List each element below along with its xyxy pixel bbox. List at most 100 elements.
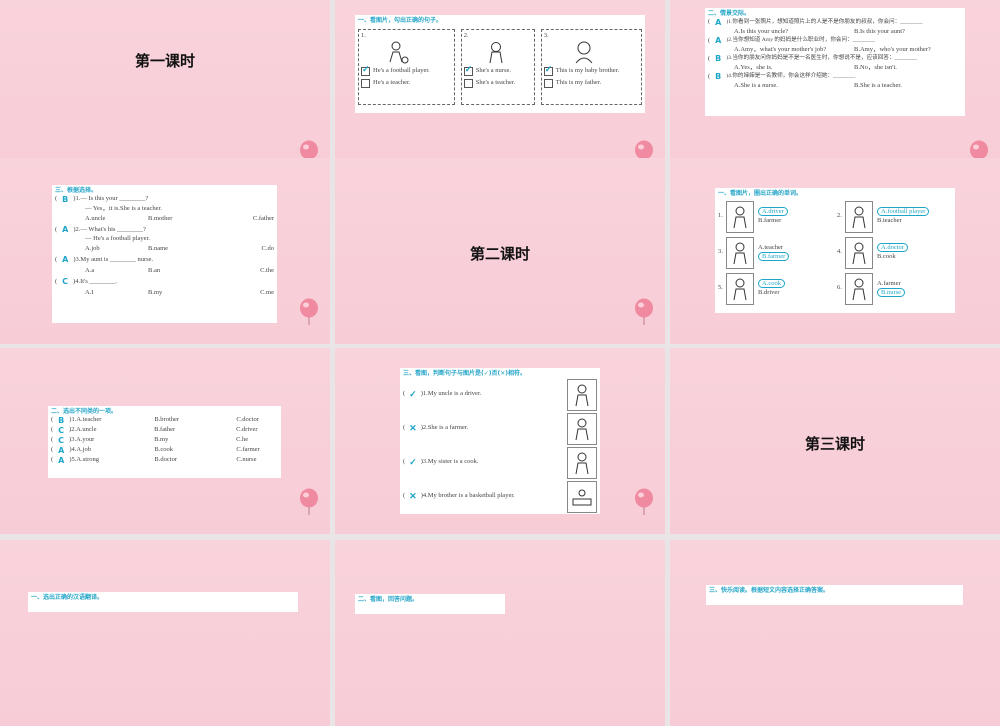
option-b: B.my [154,436,169,444]
option-a: A.job [76,446,92,454]
word-item: 1. A.driver B.farmer [718,200,833,233]
exercise-heading: 一、选出正确的汉语翻译。 [31,594,104,601]
option-text: She's a nurse. [475,67,512,75]
basketball-picture [567,480,597,513]
option-a[interactable]: A.cook [758,279,785,289]
driver-picture [567,378,597,411]
option-text: She's a teacher. [475,79,516,87]
slide-7[interactable]: 二、选出不同类的一项。 (B)1. A.teacher B.brother C.doc… [0,348,330,534]
option-b[interactable]: B.cook [877,253,908,261]
exercise-card: 一、选出正确的汉语翻译。 [28,592,298,612]
option-b[interactable]: B.teacher [877,217,929,225]
exercise-heading: 一、看图片，圈出正确的单词。 [718,190,803,197]
person-icon [575,384,589,406]
slide-6[interactable]: 一、看图片，圈出正确的单词。 1. A.driver B.farmer 2. A.fo… [670,158,1000,344]
option-c: C.he [236,436,249,444]
option-b[interactable]: B.farmer [758,217,788,225]
picture-frame: 2. ✓ She's a nurse. She's a teacher. [460,28,535,105]
option-b[interactable]: B.farmer [758,251,790,261]
checkbox[interactable] [361,78,370,88]
judge-mark: ✓ [409,388,417,399]
option-b[interactable]: B.driver [758,289,785,297]
option-b: B.She is a teacher. [854,81,902,89]
lesson-title: 第一课时 [134,52,195,70]
question-text: )1.— Is this your ________? [73,195,149,203]
nurse-picture [845,272,873,305]
slide-9[interactable]: 第三课时 [670,348,1000,534]
item-number: 1. [718,212,723,220]
word-item: 5. A.cook B.driver [718,272,833,305]
answer-letter: B [715,53,722,63]
farmer-picture [726,236,754,269]
option-a: A.uncle [85,214,106,222]
item-number: 4. [837,248,842,256]
exercise-card: 三、看图，判断句子与图片是(✓)否(✕)相符。 (✓)1.My uncle is… [400,368,600,514]
exercise-card: 二、看图，回答问题。 [355,594,505,614]
judge-mark: ✓ [409,456,417,467]
option-b: B.No，she isn't. [854,63,897,71]
item-number: 6. [837,284,842,292]
balloon-icon [300,488,318,515]
slide-4[interactable]: 三、根据选择。 (B)1.— Is this your ________? — … [0,158,330,344]
checkbox[interactable]: ✓ [361,64,370,76]
checkbox[interactable]: ✓ [543,64,553,76]
option-b[interactable]: B.nurse [877,287,906,297]
question-text: )3.My aunt is ________ nurse. [73,255,154,263]
option-b: B.Amy，who's your mother? [854,45,931,53]
option-b: B.Is this your aunt? [854,27,905,35]
option-c: C.nurse [236,456,257,464]
word-item: 3. A.teacher B.farmer [718,236,833,269]
judge-item: (✓)3.My sister is a cook. [403,446,597,480]
checkbox[interactable] [543,78,553,88]
question-item: (A)3.My aunt is ________ nurse. A.a B.an C… [55,255,274,274]
picture-frame: 3. ✓ This is my baby brother. This is my … [540,28,642,105]
nurse-icon [489,41,503,63]
question-item: (B)1. A.teacher B.brother C.doctor [51,415,259,425]
answer-letter: A [715,35,722,45]
answer-letter: A [58,445,65,455]
sentence-text: )3.My sister is a cook. [420,458,479,466]
slide-10[interactable]: 一、选出正确的汉语翻译。 [0,540,330,726]
option-a[interactable]: A.doctor [877,243,908,253]
item-number: )3. [69,436,77,444]
slide-12[interactable]: 三、快乐阅读。根据短文内容选择正确答案。 [670,540,1000,726]
item-number: 5. [718,284,723,292]
driver-picture [726,200,754,233]
option-b: B.brother [154,416,180,424]
question-item: (B)4.你的婶婶是一名教师，你会这样介绍她：________ A.She is… [708,71,902,89]
doctor-picture [845,236,873,269]
judge-item: (✕)4.My brother is a basketball player. [403,480,597,514]
answer-letter: C [62,277,69,287]
option-a[interactable]: A.driver [758,207,788,217]
question-item: (A)2.当你想知道 Amy 的妈妈是什么职业时，你会问：________ A.… [708,35,931,53]
option-b: B.my [148,289,163,297]
item-number: )5. [69,456,77,464]
option-c: C.do [261,244,274,252]
person-icon [852,278,866,300]
exercise-heading: 一、看图片，勾出正确的句子。 [358,17,443,24]
frame-number: 3. [543,31,549,39]
option-a[interactable]: A.football player [877,207,930,217]
option-text: He's a football player. [373,67,430,75]
slide-8[interactable]: 三、看图，判断句子与图片是(✓)否(✕)相符。 (✓)1.My uncle is… [335,348,665,534]
judge-item: (✓)1.My uncle is a driver. [403,378,597,412]
option-b: B.cook [154,446,174,454]
option-c: C.driver [236,426,258,434]
checkbox[interactable]: ✓ [463,64,473,76]
checkbox[interactable] [463,78,473,88]
question-text: )4.It's ________. [73,278,118,286]
slide-5[interactable]: 第二课时 [335,158,665,344]
answer-letter: C [58,425,65,435]
exercise-heading: 三、快乐阅读。根据短文内容选择正确答案。 [709,587,830,594]
exercise-card: 三、根据选择。 (B)1.— Is this your ________? — … [52,185,277,323]
answer-letter: C [58,435,65,445]
sentence-text: )1.My uncle is a driver. [420,390,482,398]
balloon-icon [300,298,318,325]
question-item: (A)2.— What's his ________? — He's a foo… [55,224,274,252]
judge-item: (✕)2.She is a farmer. [403,412,597,446]
question-item: (C)3. A.your B.my C.he [51,435,249,445]
slide-11[interactable]: 二、看图，回答问题。 [335,540,665,726]
option-c: C.the [260,267,274,274]
picture-frame: 1. ✓ He's a football player. He's a teach… [358,28,455,105]
person-icon [575,418,589,440]
